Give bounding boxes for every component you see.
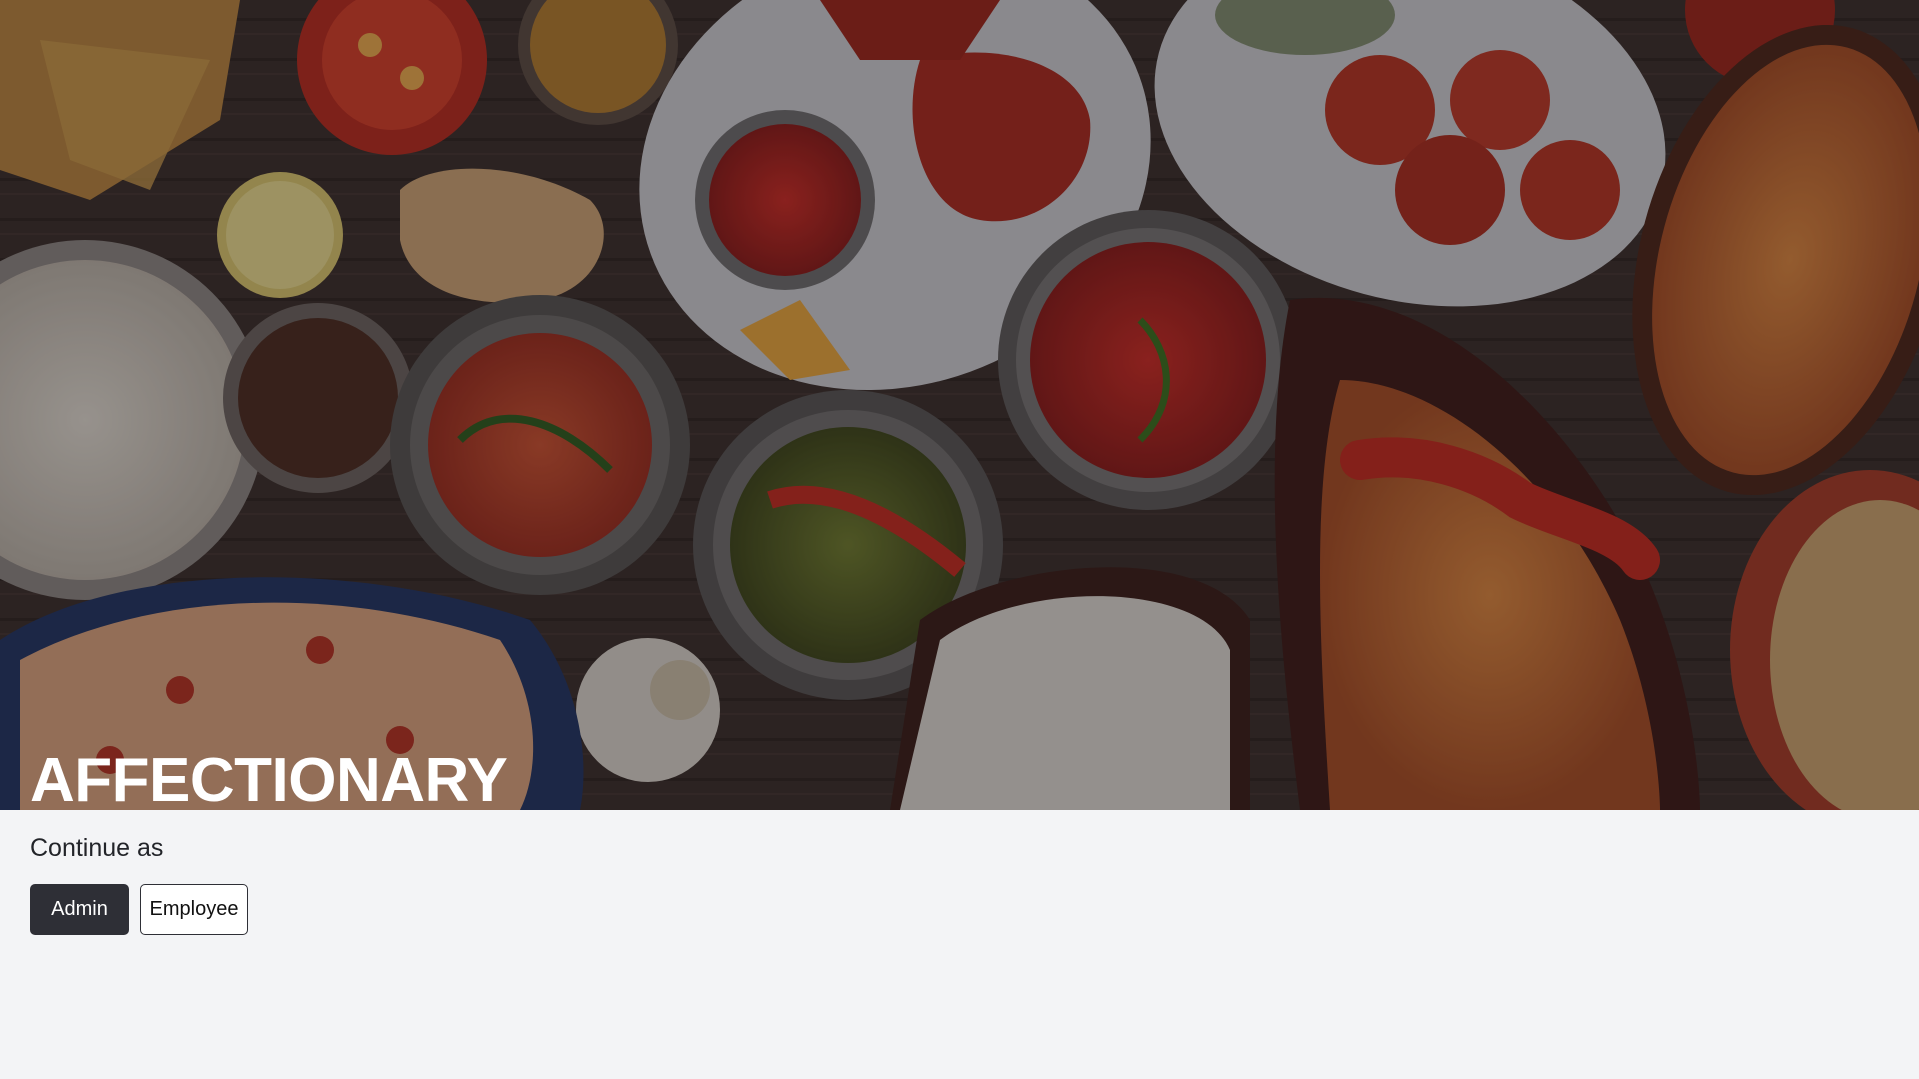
hero-banner: AFFECTIONARY: [0, 0, 1919, 810]
brand-title: AFFECTIONARY: [30, 746, 508, 810]
role-button-row: Admin Employee: [30, 884, 248, 935]
role-selection: Continue as Admin Employee: [30, 832, 248, 935]
employee-button[interactable]: Employee: [140, 884, 248, 935]
admin-button[interactable]: Admin: [30, 884, 129, 935]
continue-as-label: Continue as: [30, 834, 164, 862]
hero-dark-overlay: [0, 0, 1919, 810]
